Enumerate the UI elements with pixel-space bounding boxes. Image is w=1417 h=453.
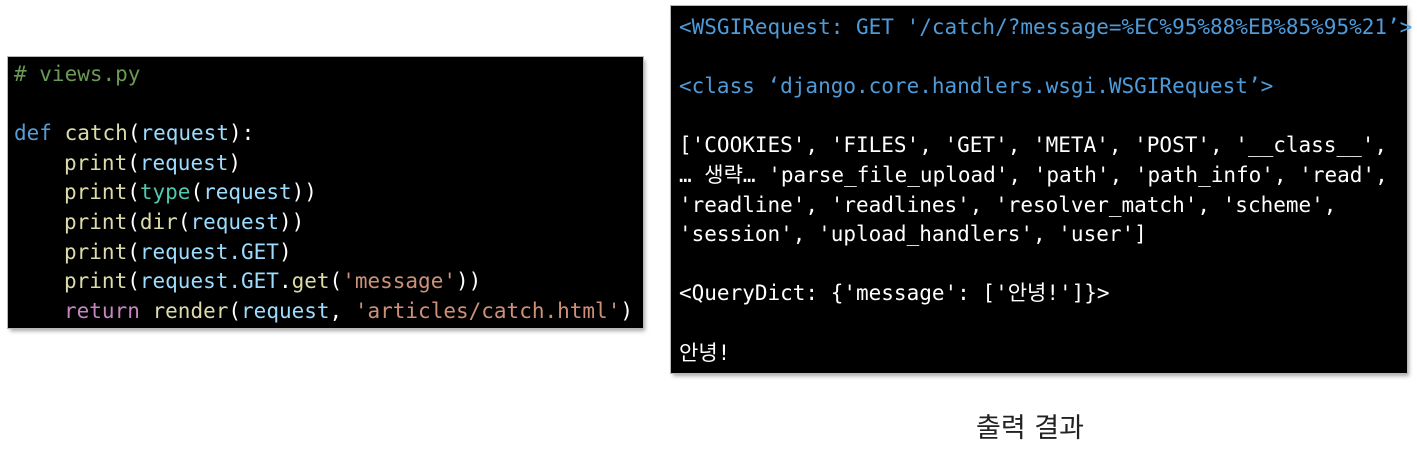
print-call: print xyxy=(64,150,128,175)
code-line-print-get: print(request.GET) xyxy=(64,239,292,264)
output-blank xyxy=(679,43,1407,73)
print-call: print xyxy=(64,269,128,294)
arg-request: request xyxy=(139,150,229,175)
code-line-print-type: print(type(request)) xyxy=(64,180,317,205)
code-panel: # views.py def catch(request): print(req… xyxy=(8,57,643,328)
output-blank xyxy=(679,250,1407,280)
code-comment: # views.py xyxy=(14,62,141,86)
output-blank xyxy=(679,102,1407,132)
template-string: 'articles/catch.html' xyxy=(354,298,621,323)
return-keyword: return xyxy=(64,298,140,323)
arg-request: request xyxy=(241,298,330,323)
function-name: catch xyxy=(64,121,128,146)
get-method: get xyxy=(291,269,330,294)
output-line-wsgirequest: <WSGIRequest: GET '/catch/?message=%EC%9… xyxy=(679,15,1413,39)
arg-request: request xyxy=(190,209,279,234)
output-panel: <WSGIRequest: GET '/catch/?message=%EC%9… xyxy=(671,6,1413,373)
code-line-print-dir: print(dir(request)) xyxy=(64,209,305,234)
output-line-dir-1: ['COOKIES', 'FILES', 'GET', 'META', 'POS… xyxy=(679,133,1388,158)
print-call: print xyxy=(64,239,128,264)
output-line-class: <class ‘django.core.handlers.wsgi.WSGIRe… xyxy=(679,74,1274,99)
output-line-message: 안녕! xyxy=(679,340,731,365)
param-request: request xyxy=(140,121,229,146)
code-line-comment: # views.py xyxy=(14,60,643,90)
output-blank xyxy=(679,309,1407,339)
code-line-print-get-message: print(request.GET.get('message')) xyxy=(64,269,482,294)
arg-request-get: request.GET xyxy=(139,269,279,294)
render-call: render xyxy=(152,298,229,323)
output-line-querydict: <QueryDict: {'message': ['안녕!']}> xyxy=(679,281,1110,306)
output-line-dir-4: 'session', 'upload_handlers', 'user'] xyxy=(679,222,1147,247)
def-keyword: def xyxy=(14,121,52,146)
code-line-return: return render(request, 'articles/catch.h… xyxy=(64,298,634,323)
output-line-dir-3: 'readline', 'readlines', 'resolver_match… xyxy=(679,192,1337,217)
dir-call: dir xyxy=(139,209,178,234)
arg-request: request xyxy=(203,180,292,205)
code-line-print-request: print(request) xyxy=(64,150,242,175)
output-line-dir-2: … 생략… 'parse_file_upload', 'path', 'path… xyxy=(679,162,1388,187)
output-caption: 출력 결과 xyxy=(976,413,1084,444)
code-line-def: def catch(request): xyxy=(14,121,255,146)
type-call: type xyxy=(139,180,191,205)
message-string: 'message' xyxy=(342,269,456,294)
print-call: print xyxy=(64,209,128,234)
print-call: print xyxy=(64,180,128,205)
arg-request-get: request.GET xyxy=(139,239,279,264)
